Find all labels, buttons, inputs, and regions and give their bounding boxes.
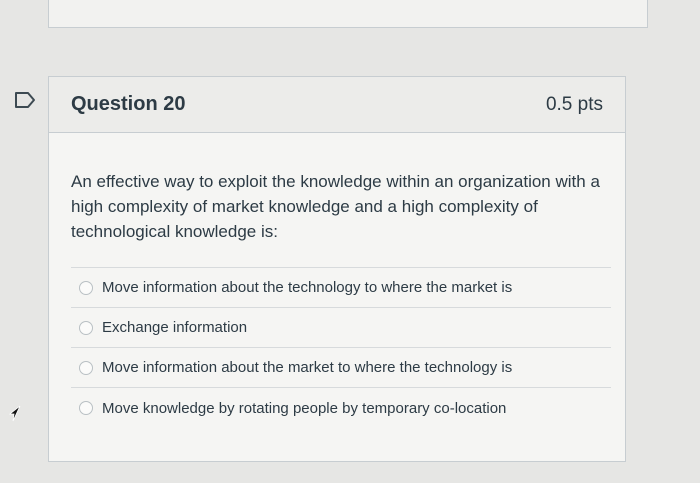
answer-option[interactable]: Move information about the market to whe… <box>71 348 611 388</box>
question-header: Question 20 0.5 pts <box>49 77 625 133</box>
answer-option[interactable]: Move information about the technology to… <box>71 268 611 308</box>
flag-question-icon[interactable] <box>14 90 38 110</box>
question-points: 0.5 pts <box>545 93 603 115</box>
answer-label: Exchange information <box>102 319 248 336</box>
radio-button[interactable] <box>79 401 93 415</box>
question-text: An effective way to exploit the knowledg… <box>71 172 600 241</box>
answer-option[interactable]: Exchange information <box>71 308 611 348</box>
question-card: Question 20 0.5 pts An effective way to … <box>48 76 626 462</box>
radio-button[interactable] <box>79 320 93 335</box>
question-title: Question 20 <box>71 93 186 115</box>
answer-list: Move information about the technology to… <box>71 267 611 428</box>
answer-option[interactable]: Move knowledge by rotating people by tem… <box>71 388 611 428</box>
radio-button[interactable] <box>79 280 93 295</box>
answer-label: Move information about the market to whe… <box>102 359 513 376</box>
answer-label: Move knowledge by rotating people by tem… <box>102 399 507 417</box>
previous-question-card <box>48 0 648 28</box>
answer-label: Move information about the technology to… <box>102 279 513 296</box>
radio-button[interactable] <box>79 360 93 375</box>
mouse-pointer-icon <box>8 405 22 423</box>
